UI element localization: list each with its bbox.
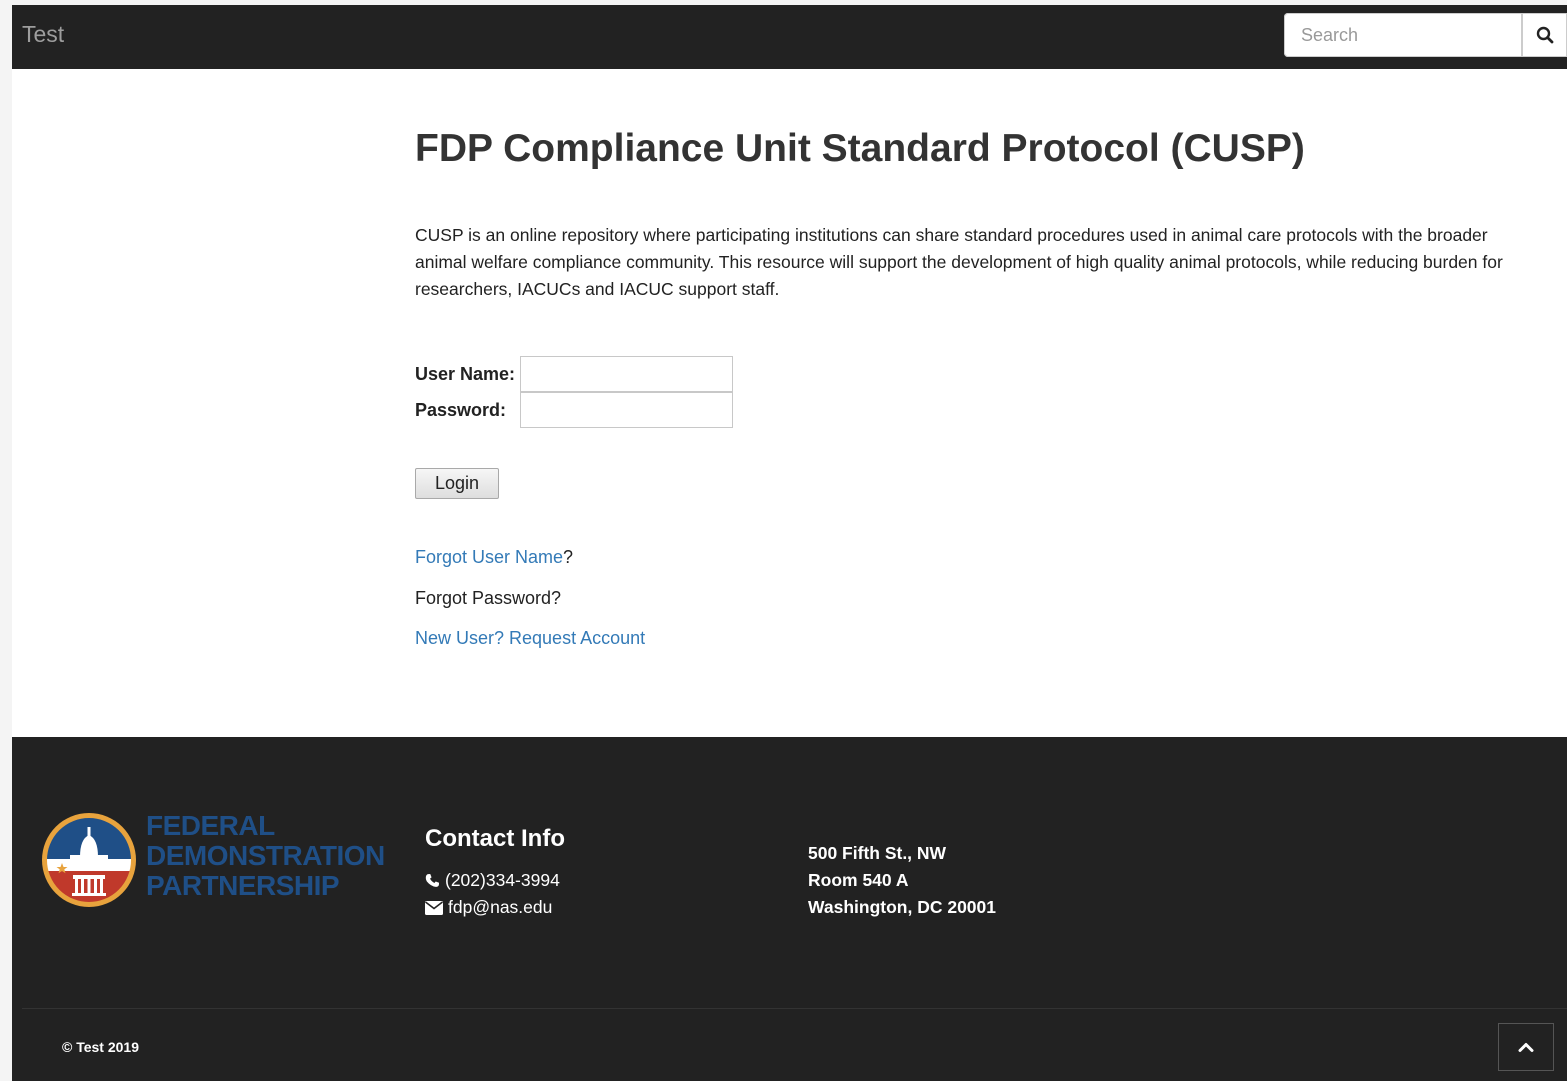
search-button[interactable] xyxy=(1522,13,1567,57)
logo-line-3: PARTNERSHIP xyxy=(146,870,340,901)
intro-text: CUSP is an online repository where parti… xyxy=(415,225,1503,299)
footer: FEDERAL DEMONSTRATION PARTNERSHIP Contac… xyxy=(12,737,1567,1081)
forgot-password-text: Forgot Password? xyxy=(415,588,562,608)
footer-divider xyxy=(22,1008,1567,1009)
username-field[interactable] xyxy=(520,356,733,392)
phone-icon xyxy=(425,873,440,887)
new-user-line: New User? Request Account xyxy=(415,628,645,649)
forgot-username-link[interactable]: Forgot User Name xyxy=(415,547,563,567)
logo-line-1: FEDERAL xyxy=(146,810,275,841)
request-account-link[interactable]: New User? Request Account xyxy=(415,628,645,648)
phone-number: (202)334-3994 xyxy=(445,870,560,890)
fdp-logo: FEDERAL DEMONSTRATION PARTNERSHIP xyxy=(40,811,390,911)
address-line-2: Room 540 A xyxy=(808,870,909,890)
envelope-icon xyxy=(425,900,443,915)
contact-heading: Contact Info xyxy=(425,825,565,852)
password-field[interactable] xyxy=(520,392,733,428)
logo-wordmark: FEDERAL DEMONSTRATION PARTNERSHIP xyxy=(146,811,385,901)
logo-line-2: DEMONSTRATION xyxy=(146,840,385,871)
search-input[interactable] xyxy=(1284,13,1522,57)
page: Test FDP Compliance Unit Standard Protoc… xyxy=(12,5,1567,1081)
search-icon xyxy=(1536,26,1553,44)
forgot-username-suffix: ? xyxy=(563,547,574,567)
password-label: Password: xyxy=(415,399,507,420)
chevron-up-icon xyxy=(1518,1043,1534,1052)
username-row: User Name: xyxy=(415,356,733,392)
password-row: Password: xyxy=(415,392,733,428)
brand-link[interactable]: Test xyxy=(22,21,64,48)
phone-line: (202)334-3994 xyxy=(425,867,565,894)
capitol-seal-icon xyxy=(42,813,136,907)
back-to-top-button[interactable] xyxy=(1498,1023,1554,1071)
address-line-1: 500 Fifth St., NW xyxy=(808,843,947,863)
page-title: FDP Compliance Unit Standard Protocol (C… xyxy=(415,127,1305,170)
username-label: User Name: xyxy=(415,363,516,384)
navbar: Test xyxy=(12,5,1567,69)
login-button[interactable]: Login xyxy=(415,468,499,499)
contact-info: Contact Info (202)334-3994 fdp@nas.edu xyxy=(425,825,565,921)
email-address: fdp@nas.edu xyxy=(448,897,553,917)
copyright: © Test 2019 xyxy=(62,1039,139,1055)
postal-address: 500 Fifth St., NW Room 540 A Washington,… xyxy=(808,840,996,921)
search-form xyxy=(1284,13,1567,57)
email-line: fdp@nas.edu xyxy=(425,894,565,921)
address-line-3: Washington, DC 20001 xyxy=(808,897,996,917)
forgot-username-line: Forgot User Name? xyxy=(415,547,573,568)
